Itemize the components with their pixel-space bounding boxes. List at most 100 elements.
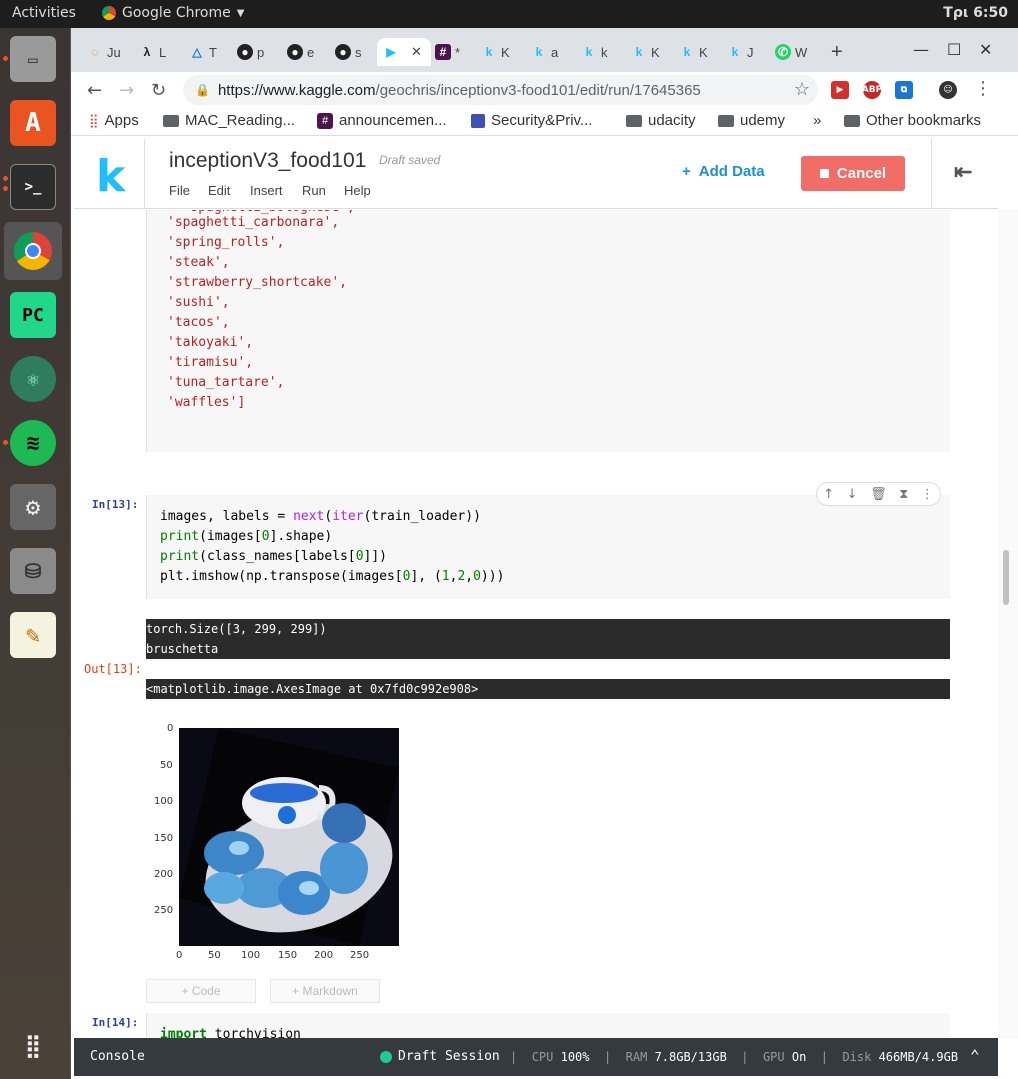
delete-icon[interactable]: 🗑 <box>870 487 887 502</box>
spotify-icon[interactable]: ≋ <box>10 420 56 466</box>
cpu-value: 100% <box>560 1050 590 1064</box>
cpu-label: CPU <box>531 1050 554 1064</box>
profile-avatar[interactable]: ☺ <box>939 81 957 99</box>
tab-9[interactable]: kK <box>481 38 510 66</box>
clock[interactable]: Τρι 6:50 <box>943 5 1008 21</box>
reload-icon[interactable]: ↻ <box>151 80 166 101</box>
running-indicator <box>3 176 8 181</box>
code-token: (train_loader)) <box>363 509 481 524</box>
chevron-up-icon[interactable]: ⌃ <box>970 1046 980 1065</box>
extension-red-icon[interactable]: ▶ <box>831 81 849 99</box>
collapse-panel-icon[interactable]: ⇤ <box>954 159 972 185</box>
extension-blue-icon[interactable]: ⧉ <box>895 81 913 99</box>
page-scrollbar[interactable] <box>998 210 1018 1038</box>
software-center-icon[interactable]: A <box>10 100 56 146</box>
tab-15[interactable]: ✆ W <box>775 38 807 66</box>
atom-icon[interactable]: ⚛ <box>10 356 56 402</box>
show-apps-icon[interactable]: ⣿ <box>10 1023 56 1069</box>
code-cell-previous[interactable]: 'spaghetti_bolognese', 'spaghetti_carbon… <box>146 210 950 452</box>
console-toggle[interactable]: Console <box>90 1049 145 1064</box>
close-window-icon[interactable]: ✕ <box>979 40 992 59</box>
kaggle-icon: k <box>485 45 493 59</box>
tab-3[interactable]: △ T <box>189 38 217 66</box>
minimize-icon[interactable]: — <box>913 40 929 59</box>
tab-1[interactable]: ◌ Ju <box>87 38 120 66</box>
chrome-menu-icon[interactable]: ⋮ <box>974 78 992 99</box>
kaggle-icon: k <box>535 45 543 59</box>
menu-help[interactable]: Help <box>344 183 371 198</box>
tab-4[interactable]: ● p <box>237 38 264 66</box>
gpu-label: GPU <box>762 1050 785 1064</box>
settings-icon[interactable]: ⚙ <box>10 484 56 530</box>
lock-icon: 🔒 <box>195 83 210 97</box>
disk-utility-icon[interactable]: ⛁ <box>10 548 56 594</box>
x-tick-label: 150 <box>278 950 298 961</box>
notebook-title[interactable]: inceptionV3_food101 <box>169 149 366 173</box>
code-cell-14[interactable]: import torchvision <box>146 1013 950 1038</box>
app-menu[interactable]: Google Chrome ▼ <box>102 5 244 21</box>
chrome-dock-icon[interactable] <box>4 222 62 280</box>
bookmark-label: Other bookmarks <box>866 112 982 129</box>
ram-value: 7.8GB/13GB <box>654 1050 727 1064</box>
bookmark-other[interactable]: Other bookmarks <box>844 112 981 129</box>
new-tab-button[interactable]: + <box>831 38 843 66</box>
bookmark-star-icon[interactable]: ☆ <box>794 79 810 100</box>
tab-12[interactable]: kK <box>631 38 660 66</box>
files-icon[interactable]: ▭ <box>10 36 56 82</box>
bookmarks-overflow[interactable]: » <box>813 112 821 129</box>
add-markdown-cell-button[interactable]: + Markdown <box>270 979 380 1003</box>
forward-icon[interactable]: → <box>119 80 134 101</box>
menu-edit[interactable]: Edit <box>208 183 230 198</box>
back-icon[interactable]: ← <box>87 80 102 101</box>
pycharm-icon[interactable]: PC <box>10 292 56 338</box>
more-options-icon[interactable]: ⋮ <box>921 487 934 502</box>
divider <box>144 139 145 209</box>
code-token: , <box>465 569 474 584</box>
code-line: 'spaghetti_carbonara', <box>167 215 340 230</box>
food-image <box>179 728 399 946</box>
tab-5[interactable]: ● e <box>287 38 314 66</box>
close-icon[interactable]: ✕ <box>411 44 422 60</box>
tab-label: K <box>699 44 708 60</box>
address-bar[interactable]: 🔒 https://www.kaggle.com/geochris/incept… <box>183 75 818 105</box>
apps-grid-icon: ⣿ <box>89 112 99 128</box>
bookmark-udemy[interactable]: udemy <box>718 112 785 129</box>
adblock-icon[interactable]: ABP <box>862 81 882 99</box>
running-indicator <box>3 440 8 445</box>
text-editor-icon[interactable]: ✎ <box>10 612 56 658</box>
code-line: 'waffles'] <box>167 395 246 410</box>
bookmark-udacity[interactable]: udacity <box>626 112 696 129</box>
maximize-icon[interactable]: ☐ <box>947 40 961 59</box>
disk-label: Disk <box>842 1050 872 1064</box>
session-status[interactable]: Draft Session <box>380 1049 500 1064</box>
tab-10[interactable]: ka <box>531 38 559 66</box>
tab-13[interactable]: kK <box>679 38 708 66</box>
tab-2[interactable]: λL <box>139 38 167 66</box>
tab-11[interactable]: kk <box>581 38 608 66</box>
code-cell-13[interactable]: images, labels = next(iter(train_loader)… <box>146 495 950 599</box>
move-up-icon[interactable]: ↑ <box>823 487 834 502</box>
menu-run[interactable]: Run <box>302 183 326 198</box>
tab-6[interactable]: ● s <box>335 38 362 66</box>
activities-button[interactable]: Activities <box>12 5 76 21</box>
add-code-cell-button[interactable]: + Code <box>146 979 256 1003</box>
stop-icon <box>819 169 829 178</box>
bookmark-security[interactable]: Security&Priv... <box>471 112 592 129</box>
menu-insert[interactable]: Insert <box>250 183 283 198</box>
cancel-button[interactable]: Cancel <box>801 156 905 191</box>
move-down-icon[interactable]: ↓ <box>847 487 858 502</box>
terminal-icon[interactable]: >_ <box>10 164 56 210</box>
bookmark-announcements[interactable]: # announcemen... <box>317 112 447 129</box>
menu-file[interactable]: File <box>169 183 190 198</box>
collapse-icon[interactable]: ⧗ <box>899 487 908 502</box>
bookmark-apps[interactable]: ⣿ Apps <box>89 112 139 129</box>
input-prompt: In[14]: <box>92 1016 139 1029</box>
bookmark-mac-reading[interactable]: MAC_Reading... <box>163 112 295 129</box>
tab-14[interactable]: kJ <box>727 38 754 66</box>
scrollbar-thumb[interactable] <box>1003 550 1009 605</box>
tab-8[interactable]: # * <box>435 38 460 66</box>
y-tick-label: 100 <box>154 796 174 807</box>
tab-active[interactable]: ▶ ✕ <box>377 38 431 66</box>
kaggle-logo[interactable]: k <box>96 151 125 202</box>
add-data-button[interactable]: + Add Data <box>682 163 765 180</box>
